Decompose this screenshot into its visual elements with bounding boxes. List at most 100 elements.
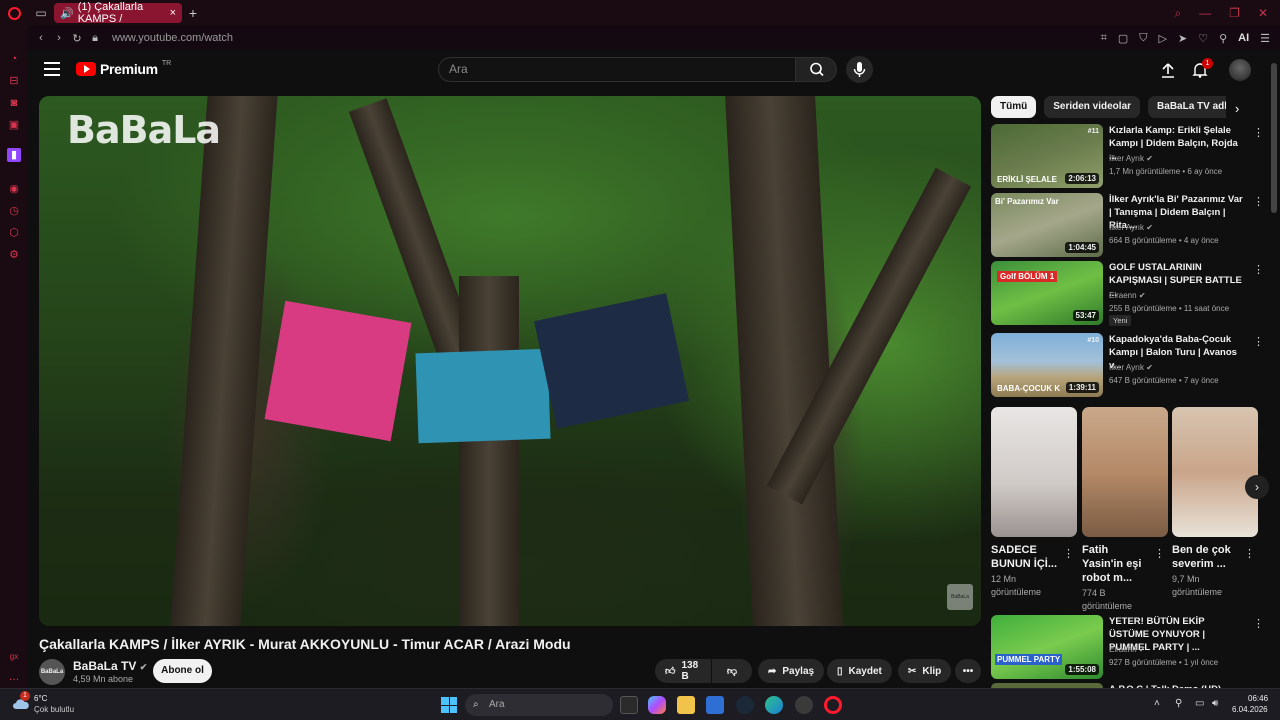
more-sidebar-icon[interactable]: … [7,670,21,684]
more-options-icon[interactable]: ⋮ [1154,547,1165,560]
video-thumbnail[interactable]: #11 ERİKLİ ŞELALE 2:06:13 [991,124,1103,188]
recommended-video[interactable]: #11 ERİKLİ ŞELALE 2:06:13 Kızlarla Kamp:… [991,124,1264,188]
opera-gx-icon[interactable] [824,696,842,714]
url-field[interactable]: www.youtube.com/watch [112,32,233,44]
more-options-icon[interactable]: ⋮ [1253,195,1264,208]
app-icon[interactable] [795,696,813,714]
microsoft-store-icon[interactable] [706,696,724,714]
clip-button[interactable]: ✂ Klip [898,659,952,683]
channel-name-text[interactable]: İlker Ayrık [1109,363,1144,372]
heart-icon[interactable]: ♡ [1198,32,1208,45]
shorts-next-button[interactable]: › [1245,475,1269,499]
back-icon[interactable]: ‹ [32,32,50,44]
channel-name[interactable]: BaBaLa TV ✔ [73,659,147,673]
channel-name-text[interactable]: İlker Ayrık [1109,223,1144,232]
taskbar-search-input[interactable]: ⌕ Ara [465,694,613,716]
settings-icon[interactable]: ⚙ [7,248,21,262]
location-icon[interactable]: ⚲ [1175,698,1182,709]
short-item[interactable]: Ben de çok severim ... 9,7 Mn görüntülem… [1172,407,1258,599]
twitch-icon[interactable]: ▮ [7,148,21,162]
channel-name[interactable]: Elraenn ✔ [1109,289,1249,303]
account-icon[interactable]: ⚲ [1219,32,1227,45]
chip-all[interactable]: Tümü [991,96,1037,118]
minimize-icon[interactable]: — [1199,6,1211,21]
channel-name[interactable]: İlker Ayrık ✔ [1109,221,1249,235]
channel-name-text[interactable]: İlker Ayrık [1109,154,1144,163]
video-thumbnail[interactable]: PUMMEL PARTY 1:55:08 [991,615,1103,679]
short-title[interactable]: Fatih Yasin'in eşi robot m... [1082,543,1150,585]
player-sidebar-icon[interactable]: ◉ [7,182,21,196]
display-icon[interactable]: ▭ [1195,698,1204,709]
bag-icon[interactable]: ⊟ [7,74,21,88]
channel-name-text[interactable]: BaBaLa TV [73,659,136,673]
channel-name[interactable]: İlker Ayrık ✔ [1109,152,1249,166]
more-options-icon[interactable]: ⋮ [1253,335,1264,348]
share-button[interactable]: ➦ Paylaş [758,659,825,683]
recommended-video[interactable]: PUMMEL PARTY 1:55:08 YETER! BÜTÜN EKİP Ü… [991,615,1264,679]
more-options-icon[interactable]: ⋮ [1244,547,1255,560]
save-button[interactable]: ▯ Kaydet [827,659,892,683]
aria-ai-button[interactable]: AI [1238,32,1249,45]
subscribe-button[interactable]: Abone ol [153,659,212,683]
clock-time[interactable]: 06:46 [1248,694,1268,703]
page-scrollbar[interactable] [1271,55,1277,683]
dislike-button[interactable]: 👎︎ [712,659,752,683]
reload-icon[interactable]: ↻ [68,32,86,45]
lock-icon[interactable]: 🔒︎ [86,32,104,45]
speed-dial-icon[interactable]: ◔ [7,52,21,66]
browser-search-icon[interactable]: ⌕ [1174,6,1181,21]
video-thumbnail[interactable]: #10 BABA-ÇOCUK K 1:39:11 [991,333,1103,397]
channel-name-text[interactable]: Elraenn [1109,645,1137,654]
messenger-icon[interactable]: ◙ [7,96,21,110]
search-input[interactable]: Ara [438,57,796,82]
tab-close-icon[interactable]: × [170,7,176,19]
shield-icon[interactable]: ⛉ [1139,32,1147,45]
recommended-video[interactable]: Golf BÖLÜM 1 53:47 GOLF USTALARININ KAPI… [991,261,1264,326]
chip-channel-uploads[interactable]: BaBaLa TV adlı yükle [1148,96,1226,118]
account-avatar[interactable] [1229,59,1251,81]
like-button[interactable]: 👍︎ 138 B [655,659,711,683]
short-thumbnail[interactable] [1172,407,1258,537]
copilot-icon[interactable] [648,696,666,714]
edge-icon[interactable] [765,696,783,714]
short-title[interactable]: Ben de çok severim ... [1172,543,1240,571]
forward-icon[interactable]: › [50,32,68,44]
close-window-icon[interactable]: ✕ [1258,6,1268,21]
clock-date[interactable]: 6.04.2026 [1232,705,1268,714]
weather-temperature[interactable]: 6°C [34,694,47,703]
tab-workspace-icon[interactable]: ▭ [28,0,54,26]
news-icon[interactable]: ▣ [7,118,21,132]
player-icon[interactable]: ▷ [1159,32,1167,45]
corner-watermark-logo[interactable]: BaBaLa [947,584,973,610]
more-actions-button[interactable]: ••• [955,659,981,683]
more-options-icon[interactable]: ⋮ [1253,263,1264,276]
upload-icon[interactable] [1159,61,1177,79]
more-options-icon[interactable]: ⋮ [1253,617,1264,630]
new-tab-button[interactable]: + [182,5,204,21]
channel-name[interactable]: Elraenn ✔ [1109,643,1249,657]
tab-capture-icon[interactable]: ▢ [1118,32,1128,45]
menu-icon[interactable] [44,62,60,76]
tray-expand-icon[interactable]: ˄ [1154,698,1160,709]
short-thumbnail[interactable] [991,407,1077,537]
chevron-right-icon[interactable]: › [1235,101,1239,116]
youtube-logo[interactable]: Premium TR [76,60,171,77]
channel-avatar[interactable]: BaBaLa [39,659,65,685]
short-item[interactable]: Fatih Yasin'in eşi robot m... 774 B görü… [1082,407,1168,613]
easy-setup-icon[interactable]: ☰ [1260,32,1270,45]
history-icon[interactable]: ◷ [7,204,21,218]
gx-icon[interactable]: gx [7,650,21,664]
send-icon[interactable]: ➤ [1178,32,1187,45]
volume-icon[interactable]: 🔊︎ [1212,698,1218,709]
short-title[interactable]: SADECE BUNUN İÇİ... [991,543,1059,571]
opera-logo-icon[interactable] [0,0,28,26]
task-view-icon[interactable] [620,696,638,714]
maximize-icon[interactable]: ❐ [1229,6,1240,21]
short-item[interactable]: SADECE BUNUN İÇİ... 12 Mn görüntüleme ⋮ [991,407,1077,599]
steam-icon[interactable] [736,696,754,714]
channel-name[interactable]: İlker Ayrık ✔ [1109,361,1249,375]
recommended-video[interactable]: #10 BABA-ÇOCUK K 1:39:11 Kapadokya'da Ba… [991,333,1264,397]
browser-tab-active[interactable]: 🔊 (1) Çakallarla KAMPS / × [54,1,182,25]
video-thumbnail[interactable]: Golf BÖLÜM 1 53:47 [991,261,1103,325]
voice-search-button[interactable] [846,56,873,83]
